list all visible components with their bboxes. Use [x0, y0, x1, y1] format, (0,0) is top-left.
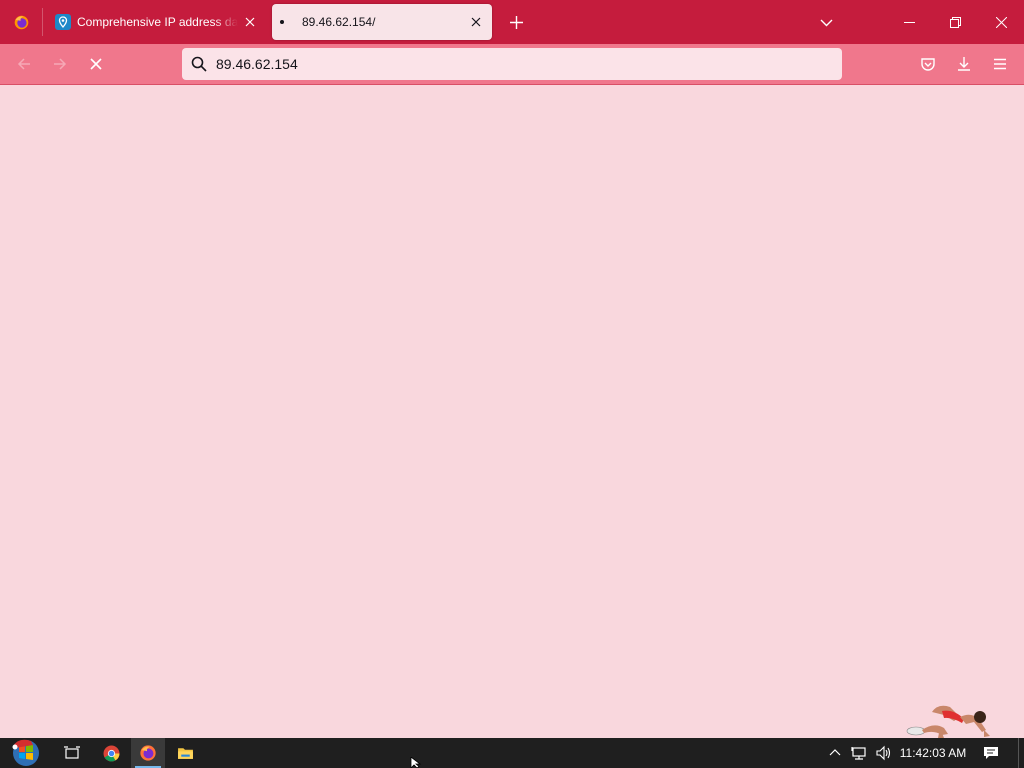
speaker-icon [876, 745, 891, 761]
taskbar: 11:42:03 AM [0, 738, 1024, 768]
firefox-icon [14, 15, 28, 29]
chevron-up-icon [829, 749, 841, 756]
minimize-icon [903, 21, 915, 23]
firefox-icon [140, 745, 156, 761]
close-icon [995, 16, 1007, 28]
downloads-button[interactable] [950, 50, 978, 78]
show-hidden-icons-button[interactable] [826, 738, 844, 768]
firefox-taskbar-button[interactable] [131, 738, 165, 768]
arrow-left-icon [17, 58, 30, 70]
back-button[interactable] [10, 50, 38, 78]
navigation-toolbar: 89.46.62.154 [0, 44, 1024, 85]
mouse-cursor-icon [410, 757, 422, 768]
tab-ip-data[interactable]: Comprehensive IP address data, [48, 4, 266, 40]
stop-loading-button[interactable] [82, 50, 110, 78]
pocket-icon [921, 58, 935, 71]
pocket-button[interactable] [914, 50, 942, 78]
network-icon [851, 747, 866, 760]
app-menu-button[interactable] [986, 50, 1014, 78]
forward-button[interactable] [46, 50, 74, 78]
tab-title: 89.46.62.154/ [302, 15, 376, 29]
restore-icon [949, 16, 961, 28]
tab-title: Comprehensive IP address data, [77, 15, 238, 29]
file-explorer-taskbar-button[interactable] [169, 738, 201, 768]
task-view-button[interactable] [56, 738, 88, 768]
clock-time: 11:42:03 AM [899, 746, 967, 760]
chrome-taskbar-button[interactable] [95, 738, 127, 768]
loading-indicator [280, 20, 284, 24]
hamburger-menu-icon [994, 58, 1006, 70]
close-icon [471, 17, 481, 27]
restore-button[interactable] [932, 0, 978, 44]
chevron-down-icon [820, 19, 832, 26]
new-tab-button[interactable] [502, 8, 530, 36]
address-bar[interactable]: 89.46.62.154 [182, 48, 842, 80]
windows-logo-icon [12, 739, 39, 766]
url-text[interactable]: 89.46.62.154 [216, 56, 298, 72]
search-icon [191, 56, 207, 72]
action-center-button[interactable] [978, 738, 1004, 768]
download-icon [958, 57, 970, 71]
volume-tray-button[interactable] [872, 738, 894, 768]
desktop-mascot-image [906, 705, 990, 738]
network-tray-button[interactable] [848, 738, 870, 768]
close-tab-button[interactable] [464, 10, 488, 34]
close-icon [245, 17, 255, 27]
firefox-view-button[interactable] [0, 0, 42, 44]
plus-icon [509, 15, 523, 29]
close-window-button[interactable] [978, 0, 1024, 44]
close-tab-button[interactable] [238, 10, 262, 34]
notification-icon [984, 747, 998, 759]
tab-separator [42, 8, 43, 36]
list-all-tabs-button[interactable] [812, 8, 840, 36]
folder-icon [177, 747, 193, 759]
tab-strip: Comprehensive IP address data, 89.46.62.… [0, 0, 1024, 44]
start-button[interactable] [4, 738, 48, 768]
task-view-icon [64, 746, 80, 759]
page-content [0, 85, 1024, 738]
minimize-button[interactable] [886, 0, 932, 44]
show-desktop-button[interactable] [1018, 738, 1024, 768]
close-icon [90, 58, 102, 70]
arrow-right-icon [54, 58, 67, 70]
location-pin-icon [55, 14, 71, 30]
clock[interactable]: 11:42:03 AM [898, 738, 968, 768]
chrome-icon [103, 745, 119, 761]
tab-89-46-62-154[interactable]: 89.46.62.154/ [272, 4, 492, 40]
